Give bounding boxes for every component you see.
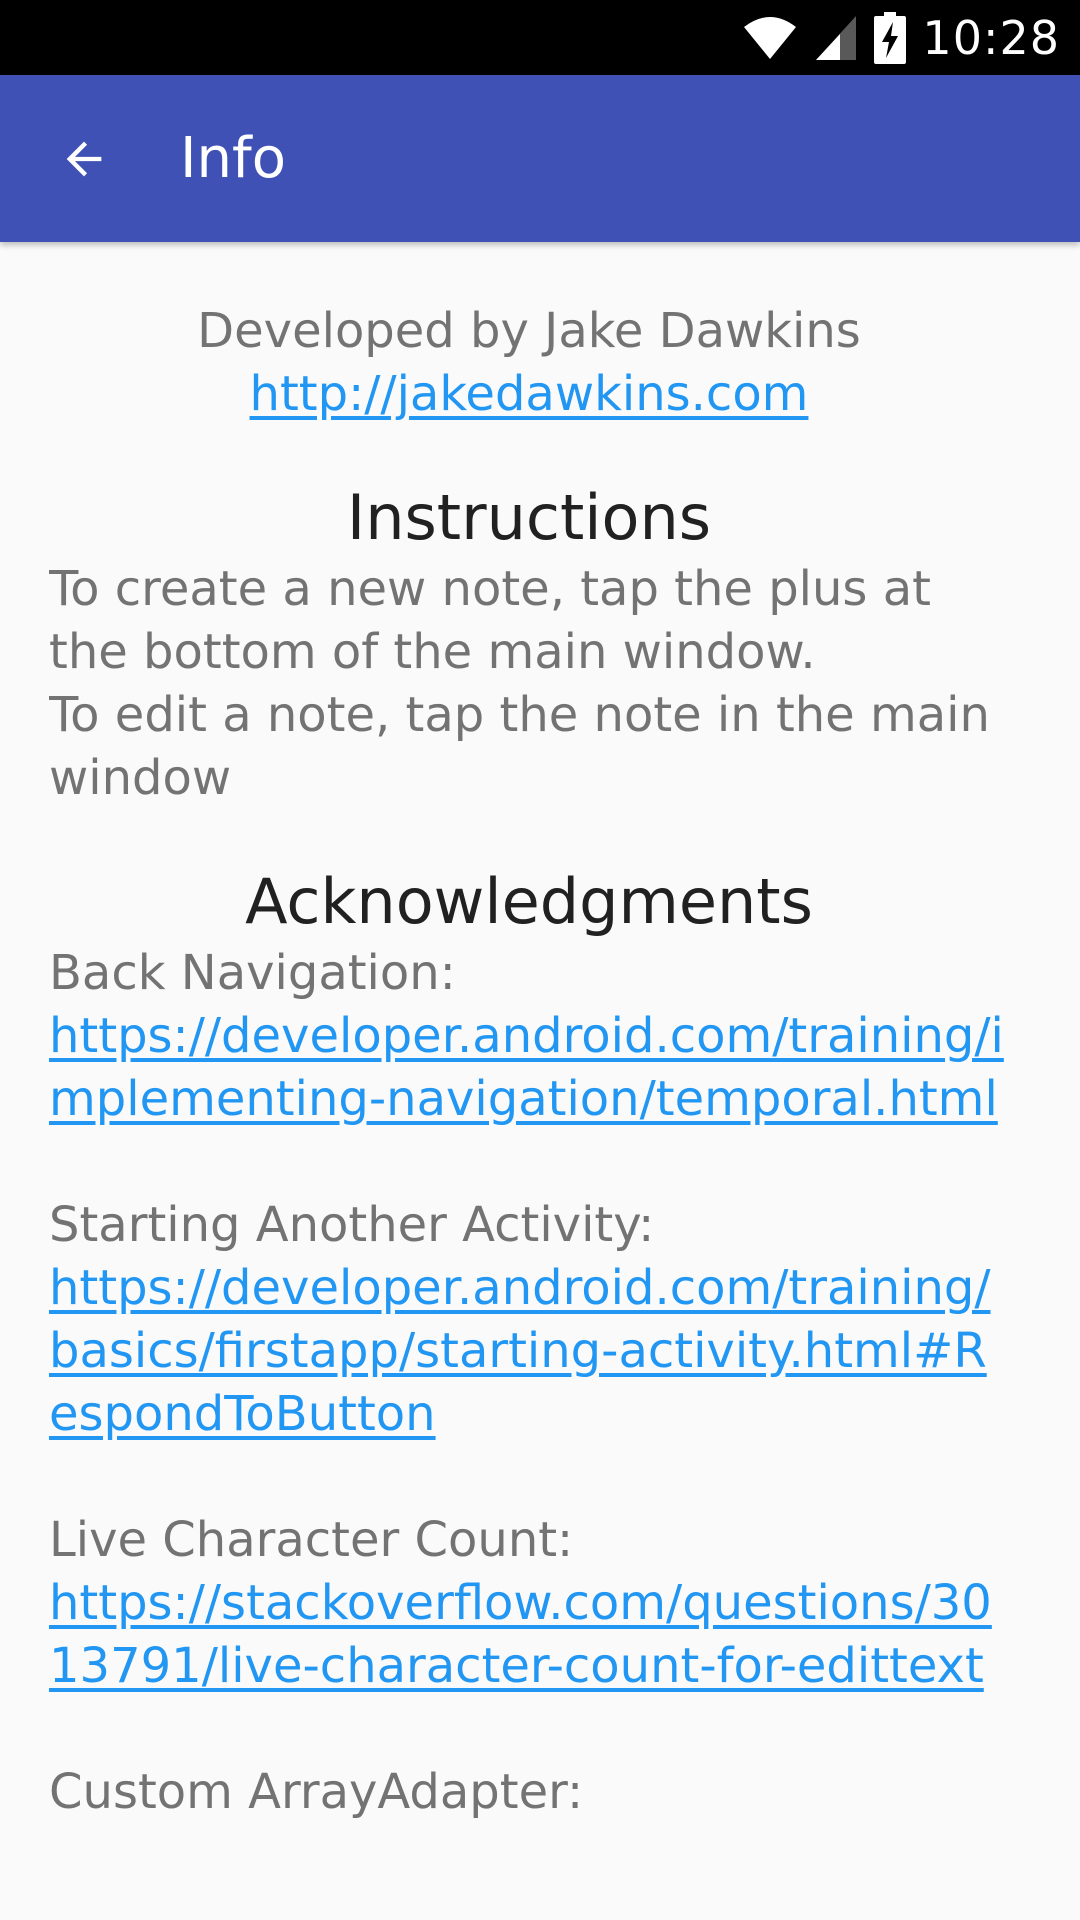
info-content[interactable]: Developed by Jake Dawkins http://jakedaw… <box>49 242 1009 1872</box>
acknowledgment-link[interactable]: https://developer.android.com/training/b… <box>49 1260 991 1442</box>
acknowledgment-item: Back Navigation: https://developer.andro… <box>49 942 1009 1131</box>
acknowledgment-label: Back Navigation: <box>49 945 456 1001</box>
app-bar: Info <box>0 75 1080 242</box>
acknowledgment-item: Custom ArrayAdapter: <box>49 1761 1009 1824</box>
back-button[interactable] <box>42 117 126 201</box>
instructions-line-create: To create a new note, tap the plus at th… <box>49 561 931 680</box>
battery-charging-icon <box>874 11 907 64</box>
acknowledgment-item: Live Character Count: https://stackoverf… <box>49 1509 1009 1698</box>
developer-credit-text: Developed by Jake Dawkins <box>197 303 861 359</box>
status-time: 10:28 <box>922 10 1060 65</box>
acknowledgment-item: Starting Another Activity: https://devel… <box>49 1194 1009 1446</box>
acknowledgment-link[interactable]: https://developer.android.com/training/i… <box>49 1008 1004 1127</box>
acknowledgment-label: Starting Another Activity: <box>49 1197 655 1253</box>
wifi-icon <box>744 16 797 59</box>
acknowledgment-label: Custom ArrayAdapter: <box>49 1764 584 1820</box>
status-icons: 10:28 <box>742 0 1060 75</box>
instructions-line-edit: To edit a note, tap the note in the main… <box>49 687 990 806</box>
acknowledgment-label: Live Character Count: <box>49 1512 574 1568</box>
status-bar: 10:28 <box>0 0 1080 75</box>
developer-credit: Developed by Jake Dawkins http://jakedaw… <box>49 300 1009 426</box>
instructions-heading: Instructions <box>346 481 712 554</box>
page-title: Info <box>180 126 286 191</box>
cellular-signal-icon <box>816 15 857 60</box>
developer-website-link[interactable]: http://jakedawkins.com <box>250 366 809 422</box>
acknowledgment-link[interactable]: https://stackoverflow.com/questions/3013… <box>49 1575 992 1694</box>
acknowledgments-heading: Acknowledgments <box>245 865 813 938</box>
arrow-back-icon <box>66 141 102 177</box>
